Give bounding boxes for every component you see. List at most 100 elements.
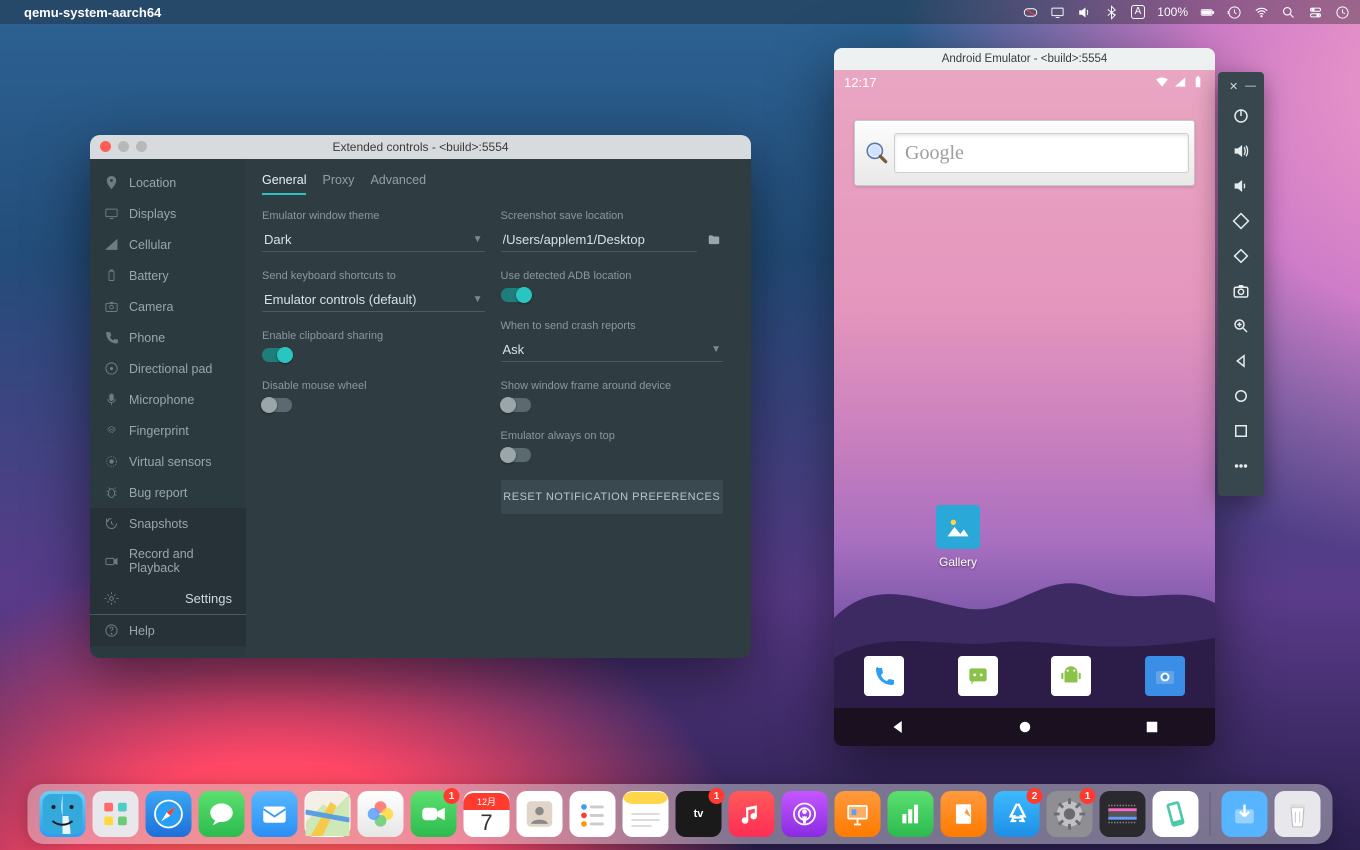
sidebar-item-settings[interactable]: Settings	[90, 583, 246, 615]
sidebar-item-help[interactable]: Help	[90, 615, 246, 646]
search-box[interactable]: Google	[894, 133, 1189, 173]
input-source-icon[interactable]: A	[1131, 5, 1146, 19]
camera-app-icon[interactable]	[1145, 656, 1185, 696]
nav-back-button[interactable]	[1226, 346, 1256, 376]
facetime-badge: 1	[444, 788, 460, 804]
battery-percentage[interactable]: 100%	[1157, 5, 1188, 19]
volume-icon[interactable]	[1077, 5, 1092, 20]
rotate-right-button[interactable]	[1226, 241, 1256, 271]
window-titlebar[interactable]: Extended controls - <build>:5554	[90, 135, 751, 159]
facetime-icon[interactable]: 1	[411, 791, 457, 837]
theme-select[interactable]: Dark▼	[262, 228, 485, 252]
downloads-icon[interactable]	[1222, 791, 1268, 837]
zoom-in-button[interactable]	[1226, 311, 1256, 341]
sidebar-item-battery[interactable]: Battery	[90, 260, 246, 291]
sidebar-item-fingerprint[interactable]: Fingerprint	[90, 415, 246, 446]
sidebar-item-microphone[interactable]: Microphone	[90, 384, 246, 415]
sidebar-item-cellular[interactable]: Cellular	[90, 229, 246, 260]
mousewheel-toggle[interactable]	[262, 398, 292, 412]
screen-mirror-icon[interactable]	[1050, 5, 1065, 20]
finder-icon[interactable]	[40, 791, 86, 837]
notes-icon[interactable]	[623, 791, 669, 837]
device-screen[interactable]: 12:17 Google Gallery	[834, 70, 1215, 746]
mail-icon[interactable]	[252, 791, 298, 837]
rotate-left-button[interactable]	[1226, 206, 1256, 236]
finalcut-icon[interactable]	[1100, 791, 1146, 837]
timemachine-icon[interactable]	[1227, 5, 1242, 20]
pages-icon[interactable]	[941, 791, 987, 837]
sidebar-item-snapshots[interactable]: Snapshots	[90, 508, 246, 539]
close-window-button[interactable]	[100, 141, 111, 152]
appstore-icon[interactable]: 2	[994, 791, 1040, 837]
reset-notifications-button[interactable]: RESET NOTIFICATION PREFERENCES	[501, 480, 724, 514]
podcasts-icon[interactable]	[782, 791, 828, 837]
battery-icon[interactable]	[1200, 5, 1215, 20]
folder-icon[interactable]	[705, 233, 723, 247]
numbers-icon[interactable]	[888, 791, 934, 837]
clock-icon[interactable]	[1335, 5, 1350, 20]
home-button[interactable]	[1016, 718, 1034, 736]
trash-icon[interactable]	[1275, 791, 1321, 837]
sidebar-item-dpad[interactable]: Directional pad	[90, 353, 246, 384]
back-button[interactable]	[889, 718, 907, 736]
tab-proxy[interactable]: Proxy	[322, 173, 354, 195]
active-app-name[interactable]: qemu-system-aarch64	[24, 5, 161, 20]
google-search-widget[interactable]: Google	[854, 120, 1195, 186]
launchpad-icon[interactable]	[93, 791, 139, 837]
shortcuts-select[interactable]: Emulator controls (default)▼	[262, 288, 485, 312]
graphics-status-icon[interactable]	[1023, 5, 1038, 20]
safari-icon[interactable]	[146, 791, 192, 837]
frame-toggle[interactable]	[501, 398, 531, 412]
adb-toggle[interactable]	[501, 288, 531, 302]
keynote-icon[interactable]	[835, 791, 881, 837]
mousewheel-label: Disable mouse wheel	[262, 380, 485, 392]
sidebar-item-camera[interactable]: Camera	[90, 291, 246, 322]
sidebar-item-phone[interactable]: Phone	[90, 322, 246, 353]
maps-icon[interactable]	[305, 791, 351, 837]
nav-home-button[interactable]	[1226, 381, 1256, 411]
crash-select[interactable]: Ask▼	[501, 338, 724, 362]
calendar-icon[interactable]: 12月7	[464, 791, 510, 837]
messaging-app-icon[interactable]	[958, 656, 998, 696]
sidebar-item-sensors[interactable]: Virtual sensors	[90, 446, 246, 477]
sidebar-item-location[interactable]: Location	[90, 167, 246, 198]
overview-button[interactable]	[1143, 718, 1161, 736]
control-center-icon[interactable]	[1308, 5, 1323, 20]
android-apps-icon[interactable]	[1051, 656, 1091, 696]
crash-label: When to send crash reports	[501, 320, 724, 332]
tab-advanced[interactable]: Advanced	[370, 173, 426, 195]
spotlight-icon[interactable]	[1281, 5, 1296, 20]
wifi-icon[interactable]	[1254, 5, 1269, 20]
emulator-titlebar[interactable]: Android Emulator - <build>:5554	[834, 48, 1215, 70]
bluetooth-icon[interactable]	[1104, 5, 1119, 20]
android-emulator-dock-icon[interactable]	[1153, 791, 1199, 837]
screenshot-path-input[interactable]	[501, 228, 698, 252]
sidebar-item-record[interactable]: Record and Playback	[90, 539, 246, 583]
clipboard-toggle[interactable]	[262, 348, 292, 362]
signal-icon	[1173, 75, 1187, 89]
appletv-icon[interactable]: tv1	[676, 791, 722, 837]
nav-overview-button[interactable]	[1226, 416, 1256, 446]
sidebar-item-displays[interactable]: Displays	[90, 198, 246, 229]
more-button[interactable]	[1226, 451, 1256, 481]
power-button[interactable]	[1226, 101, 1256, 131]
contacts-icon[interactable]	[517, 791, 563, 837]
system-preferences-icon[interactable]: 1	[1047, 791, 1093, 837]
volume-down-button[interactable]	[1226, 171, 1256, 201]
zoom-window-button[interactable]	[136, 141, 147, 152]
dialer-app-icon[interactable]	[864, 656, 904, 696]
messages-icon[interactable]	[199, 791, 245, 837]
volume-up-button[interactable]	[1226, 136, 1256, 166]
screenshot-button[interactable]	[1226, 276, 1256, 306]
ontop-toggle[interactable]	[501, 448, 531, 462]
photos-icon[interactable]	[358, 791, 404, 837]
reminders-icon[interactable]	[570, 791, 616, 837]
toolbar-minimize-button[interactable]: —	[1245, 80, 1253, 88]
sidebar-item-bugreport[interactable]: Bug report	[90, 477, 246, 508]
gallery-app-icon[interactable]: Gallery	[934, 505, 982, 569]
toolbar-close-button[interactable]: ✕	[1229, 80, 1237, 88]
minimize-window-button[interactable]	[118, 141, 129, 152]
music-icon[interactable]	[729, 791, 775, 837]
tab-general[interactable]: General	[262, 173, 306, 195]
android-status-bar[interactable]: 12:17	[834, 70, 1215, 94]
